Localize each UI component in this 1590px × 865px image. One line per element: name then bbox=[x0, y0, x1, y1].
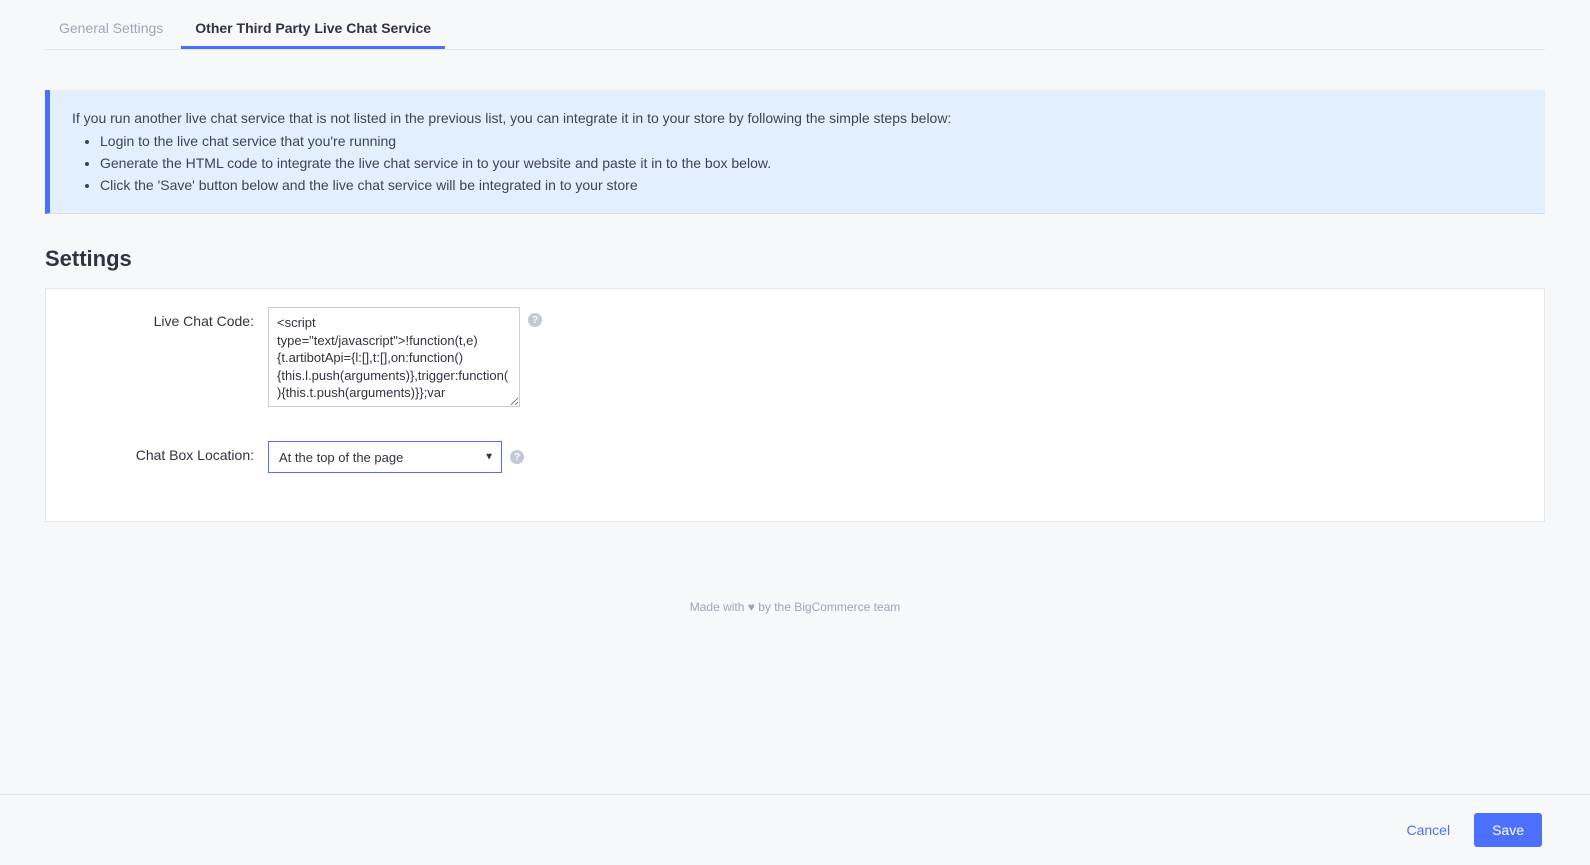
chat-box-location-select[interactable]: At the top of the page bbox=[268, 441, 502, 473]
tab-other-third-party[interactable]: Other Third Party Live Chat Service bbox=[181, 10, 445, 49]
action-bar: Cancel Save bbox=[0, 794, 1590, 865]
tab-general-settings[interactable]: General Settings bbox=[45, 10, 177, 49]
info-step-2: Generate the HTML code to integrate the … bbox=[100, 153, 1522, 174]
info-step-3: Click the 'Save' button below and the li… bbox=[100, 175, 1522, 196]
live-chat-code-label: Live Chat Code: bbox=[68, 307, 268, 329]
settings-panel: Live Chat Code: ? Chat Box Location: At … bbox=[45, 288, 1545, 522]
help-icon[interactable]: ? bbox=[510, 450, 524, 464]
heart-icon: ♥ bbox=[748, 600, 755, 614]
tabs: General Settings Other Third Party Live … bbox=[45, 0, 1545, 50]
cancel-button[interactable]: Cancel bbox=[1400, 814, 1456, 846]
footer-credit: Made with ♥ by the BigCommerce team bbox=[0, 600, 1590, 614]
info-step-1: Login to the live chat service that you'… bbox=[100, 131, 1522, 152]
chat-box-location-label: Chat Box Location: bbox=[68, 441, 268, 463]
save-button[interactable]: Save bbox=[1474, 813, 1542, 847]
info-box: If you run another live chat service tha… bbox=[45, 90, 1545, 214]
live-chat-code-textarea[interactable] bbox=[268, 307, 520, 407]
info-intro: If you run another live chat service tha… bbox=[72, 108, 1522, 129]
help-icon[interactable]: ? bbox=[528, 313, 542, 327]
section-title-settings: Settings bbox=[45, 246, 1545, 272]
